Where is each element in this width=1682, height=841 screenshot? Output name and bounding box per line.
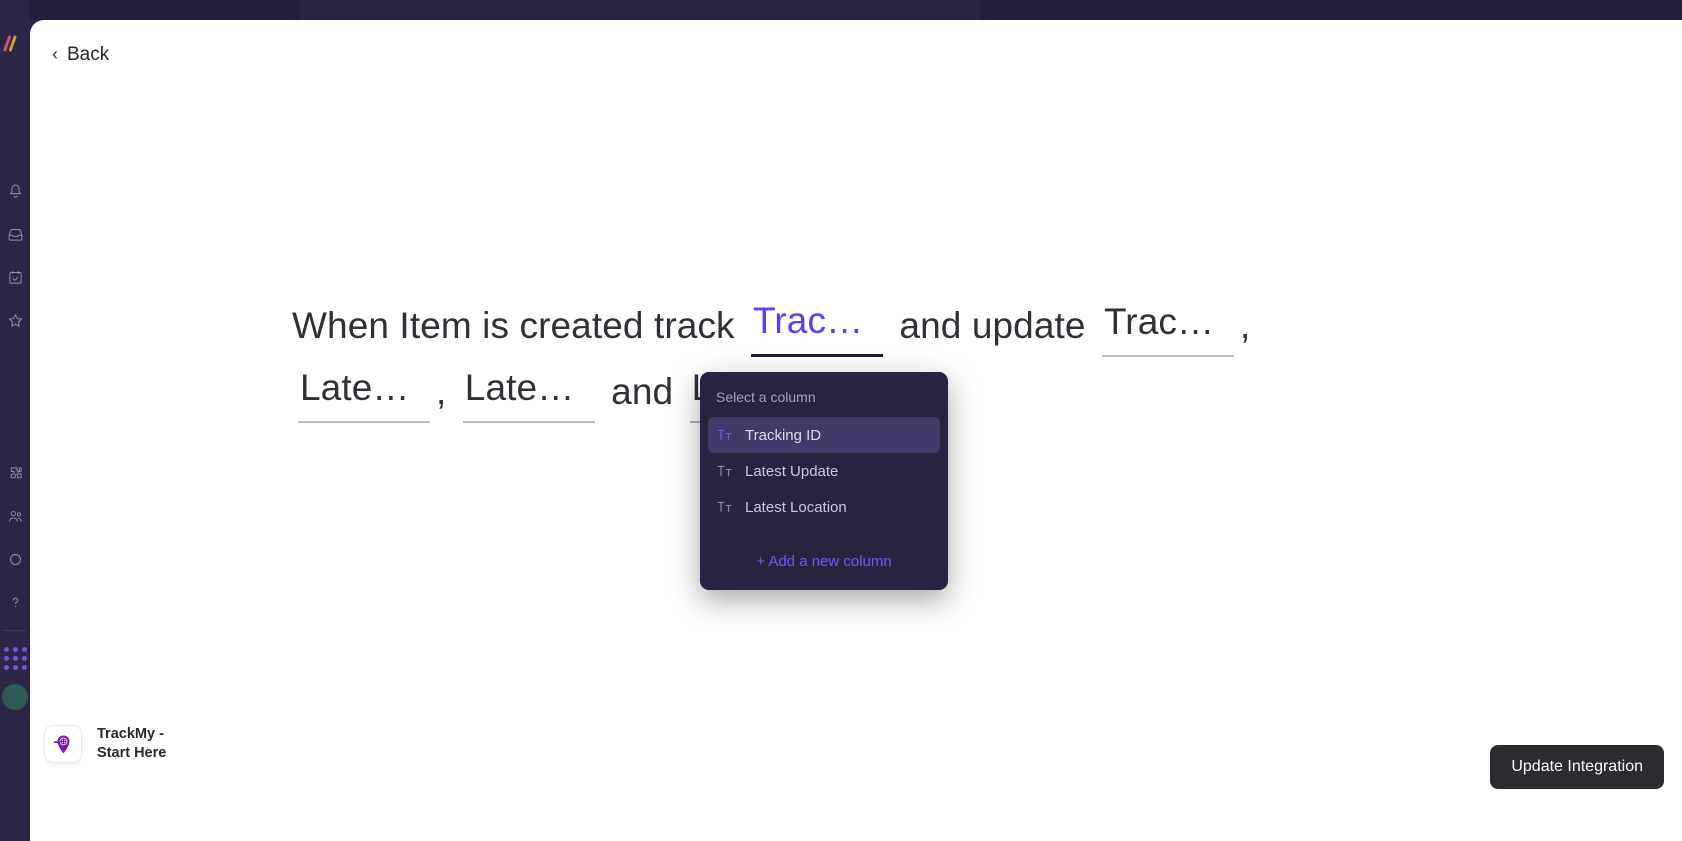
recipe-column-field[interactable]: Latest L… (298, 357, 430, 423)
people-icon[interactable] (0, 495, 30, 538)
question-icon[interactable] (0, 581, 30, 624)
recipe-column-field[interactable]: Trackin… (1101, 291, 1234, 357)
bell-icon[interactable] (0, 170, 30, 213)
left-icon-rail (0, 0, 30, 841)
dropdown-item[interactable]: Latest Update (708, 453, 940, 489)
text-type-icon (716, 464, 734, 478)
recipe-column-field[interactable]: Trackin… (751, 290, 884, 357)
text-type-icon (716, 428, 734, 442)
puzzle-icon[interactable] (0, 452, 30, 495)
back-label: Back (67, 44, 110, 65)
recipe-text: When Item is created track (292, 305, 746, 346)
text-type-icon (716, 500, 734, 514)
recipe-punctuation: , (1239, 305, 1251, 346)
integration-brand: TrackMy - Start Here (44, 725, 166, 763)
location-pin-icon (44, 725, 82, 763)
integration-modal-sheet: ‹ Back When Item is created track Tracki… (30, 20, 1682, 841)
update-integration-button[interactable]: Update Integration (1490, 745, 1664, 789)
recipe-text: and (600, 371, 684, 412)
recipe-text: and update (889, 305, 1096, 346)
chevron-left-icon: ‹ (52, 44, 58, 64)
avatar[interactable] (2, 684, 28, 710)
dropdown-item-label: Latest Update (745, 462, 839, 480)
dropdown-item[interactable]: Latest Location (708, 489, 940, 525)
apps-grid-icon[interactable] (3, 647, 27, 670)
rail-divider (4, 630, 26, 631)
recipe-punctuation: , (436, 371, 457, 412)
calendar-check-icon[interactable] (0, 256, 30, 299)
dropdown-title: Select a column (716, 389, 816, 405)
circle-icon[interactable] (0, 538, 30, 581)
dropdown-item-label: Latest Location (745, 498, 847, 516)
column-select-dropdown: Select a column Tracking ID Latest Update… (700, 372, 948, 590)
dropdown-item-label: Tracking ID (745, 426, 822, 444)
app-logo[interactable] (3, 26, 27, 60)
star-icon[interactable] (0, 299, 30, 342)
dropdown-item-list: Tracking ID Latest Update Latest Location (700, 417, 948, 525)
dropdown-item[interactable]: Tracking ID (708, 417, 940, 453)
add-new-column-link[interactable]: + Add a new column (700, 549, 948, 574)
back-button[interactable]: ‹ Back (44, 38, 117, 72)
recipe-column-field[interactable]: Latest U… (462, 357, 595, 423)
inbox-icon[interactable] (0, 213, 30, 256)
integration-name: TrackMy - Start Here (97, 726, 167, 761)
app-topbar-accent (300, 0, 980, 20)
